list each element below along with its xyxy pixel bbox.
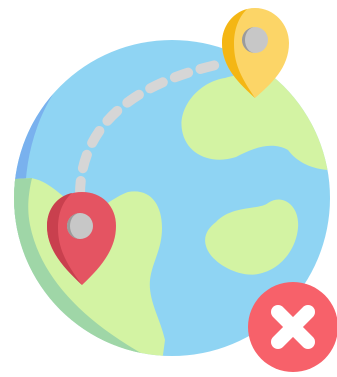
error-x-badge-icon <box>248 282 337 372</box>
route-not-found-icon <box>14 8 337 372</box>
